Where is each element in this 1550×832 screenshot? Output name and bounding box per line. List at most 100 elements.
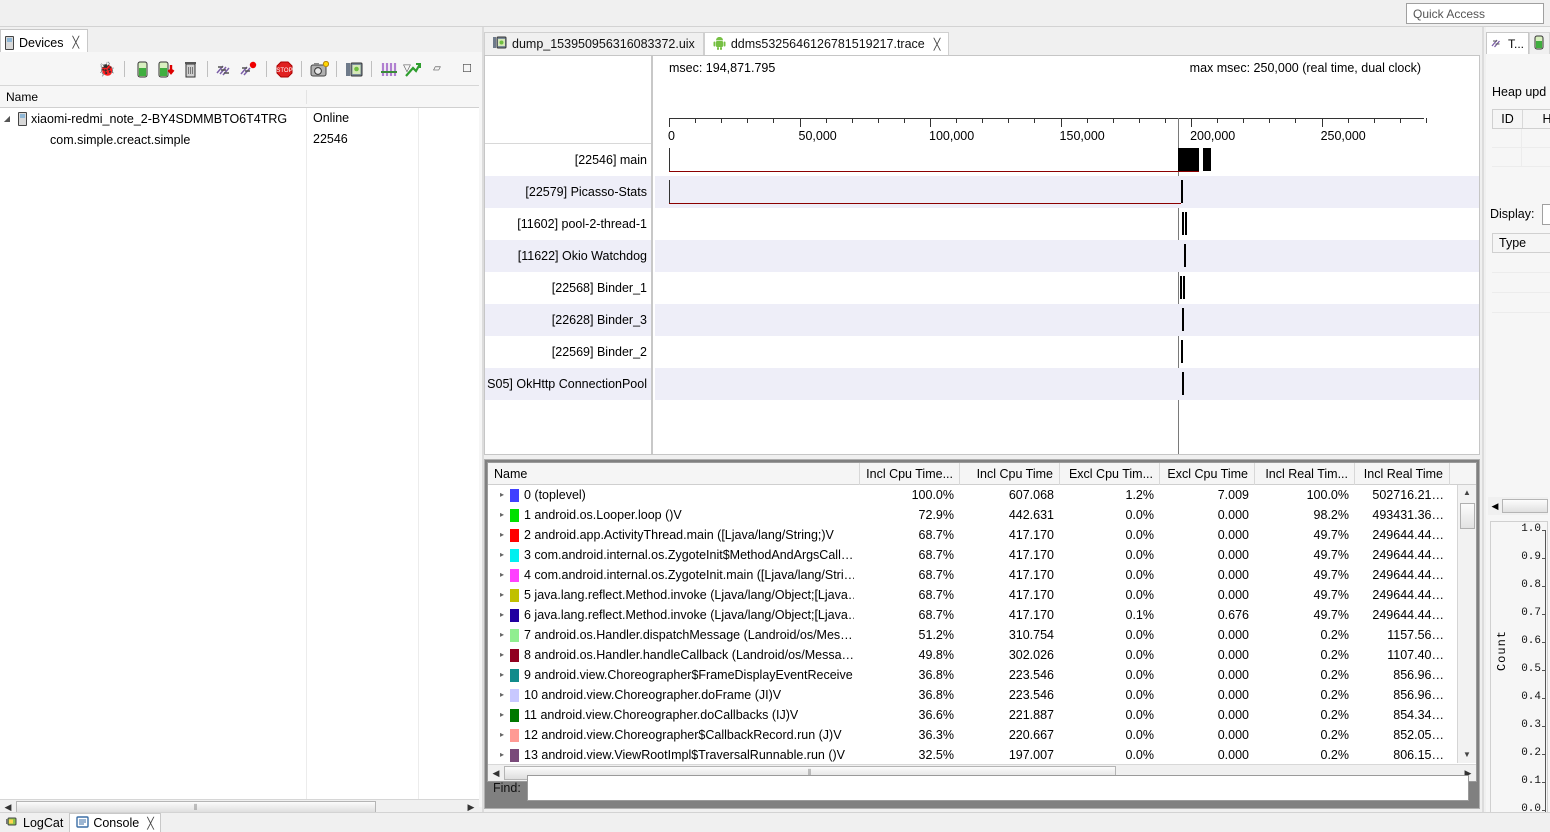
table-row[interactable]: [1492, 129, 1550, 148]
table-row[interactable]: [0, 507, 479, 528]
table-row[interactable]: ▸ 5 java.lang.reflect.Method.invoke (Ljav…: [488, 585, 1456, 605]
expand-twisty-icon[interactable]: ▸: [494, 485, 510, 505]
timeline-block[interactable]: [1183, 276, 1186, 299]
table-row[interactable]: [0, 318, 479, 339]
table-row[interactable]: ▸ 2 android.app.ActivityThread.main ([Lja…: [488, 525, 1456, 545]
column-header-4[interactable]: Excl Cpu Time: [1160, 463, 1255, 485]
stop-process-icon[interactable]: STOP: [273, 58, 295, 80]
timeline-block[interactable]: [1180, 180, 1183, 203]
timeline-block[interactable]: [1183, 244, 1186, 267]
timeline-row[interactable]: [655, 208, 1479, 240]
table-row[interactable]: [0, 549, 479, 570]
timeline-row[interactable]: [655, 336, 1479, 368]
expand-twisty-icon[interactable]: ▸: [494, 625, 510, 645]
timeline-block[interactable]: [1178, 148, 1199, 171]
method-name-cell[interactable]: ▸ 11 android.view.Choreographer.doCallbac…: [488, 705, 860, 725]
thread-label-row[interactable]: [22568] Binder_1: [485, 272, 651, 304]
table-row[interactable]: [1492, 253, 1550, 273]
tab-heap[interactable]: [1529, 32, 1550, 54]
view-menu-icon[interactable]: ▽: [396, 58, 418, 80]
method-name-cell[interactable]: ▸ 5 java.lang.reflect.Method.invoke (Ljav…: [488, 585, 860, 605]
table-row[interactable]: [0, 570, 479, 591]
column-header-2[interactable]: Incl Cpu Time: [960, 463, 1060, 485]
method-name-cell[interactable]: ▸ 3 com.android.internal.os.ZygoteInit$Me…: [488, 545, 860, 565]
column-header-heap[interactable]: H: [1523, 110, 1550, 128]
table-row[interactable]: ▸ 7 android.os.Handler.dispatchMessage (L…: [488, 625, 1456, 645]
timeline-block[interactable]: [1202, 148, 1211, 171]
thread-label-row[interactable]: [22579] Picasso-Stats: [485, 176, 651, 208]
thread-label-row[interactable]: [22546] main: [485, 144, 651, 176]
expand-twisty-icon[interactable]: ◢: [0, 114, 14, 123]
timeline-row[interactable]: [655, 368, 1479, 400]
table-row[interactable]: [0, 465, 479, 486]
profile-vscrollbar[interactable]: ▲ ▼: [1457, 485, 1476, 763]
quick-access-input[interactable]: Quick Access: [1406, 3, 1544, 24]
table-row[interactable]: ▸ 1 android.os.Looper.loop ()V 72.9% 442.63…: [488, 505, 1456, 525]
timeline-block[interactable]: [1184, 212, 1187, 235]
expand-twisty-icon[interactable]: ▸: [494, 705, 510, 725]
thread-label-row[interactable]: [11622] Okio Watchdog: [485, 240, 651, 272]
column-header-id[interactable]: ID: [1493, 110, 1523, 128]
table-row[interactable]: ▸ 10 android.view.Choreographer.doFrame (…: [488, 685, 1456, 705]
scroll-thumb[interactable]: [1460, 503, 1475, 529]
timeline-block[interactable]: [1182, 372, 1185, 395]
method-name-cell[interactable]: ▸ 0 (toplevel): [488, 485, 860, 505]
expand-twisty-icon[interactable]: ▸: [494, 725, 510, 745]
debug-icon[interactable]: 🐞: [96, 58, 118, 80]
method-name-cell[interactable]: ▸ 4 com.android.internal.os.ZygoteInit.ma…: [488, 565, 860, 585]
table-row[interactable]: [0, 381, 479, 402]
expand-twisty-icon[interactable]: ▸: [494, 665, 510, 685]
column-header-0[interactable]: Name: [488, 463, 860, 485]
thread-label-row[interactable]: [22569] Binder_2: [485, 336, 651, 368]
expand-twisty-icon[interactable]: ▸: [494, 645, 510, 665]
timeline-block[interactable]: [1182, 308, 1185, 331]
table-row[interactable]: [0, 234, 479, 255]
screen-capture-icon[interactable]: [308, 58, 330, 80]
display-select[interactable]: [1542, 204, 1550, 225]
column-header-type[interactable]: Type: [1492, 233, 1550, 253]
table-row[interactable]: [0, 297, 479, 318]
table-row[interactable]: [0, 192, 479, 213]
scroll-down-icon[interactable]: ▼: [1458, 747, 1476, 763]
timeline-row[interactable]: [655, 240, 1479, 272]
expand-twisty-icon[interactable]: ▸: [494, 525, 510, 545]
expand-twisty-icon[interactable]: ▸: [494, 505, 510, 525]
close-icon[interactable]: ╳: [72, 36, 79, 49]
timeline-block[interactable]: [1180, 276, 1183, 299]
method-name-cell[interactable]: ▸ 2 android.app.ActivityThread.main ([Lja…: [488, 525, 860, 545]
maximize-icon[interactable]: ☐: [456, 58, 478, 80]
table-row[interactable]: [1492, 273, 1550, 293]
column-header-1[interactable]: Incl Cpu Time...: [860, 463, 960, 485]
right-hscrollbar[interactable]: ◀: [1488, 497, 1548, 515]
minimize-icon[interactable]: ▱: [426, 58, 448, 80]
table-row[interactable]: [0, 759, 479, 780]
timeline-row[interactable]: [655, 176, 1479, 208]
timeline-row[interactable]: [655, 304, 1479, 336]
method-name-cell[interactable]: ▸ 8 android.os.Handler.handleCallback (La…: [488, 645, 860, 665]
tab-threads[interactable]: T...: [1486, 32, 1530, 54]
thread-label-row[interactable]: Ѕ05] OkHttp ConnectionPool: [485, 368, 651, 400]
table-row[interactable]: ▸ 6 java.lang.reflect.Method.invoke (Ljav…: [488, 605, 1456, 625]
table-row[interactable]: ▸ 8 android.os.Handler.handleCallback (La…: [488, 645, 1456, 665]
table-row[interactable]: [1492, 293, 1550, 313]
table-row[interactable]: ▸ 11 android.view.Choreographer.doCallbac…: [488, 705, 1456, 725]
table-row[interactable]: [0, 486, 479, 507]
table-row[interactable]: com.simple.creact.simple 22546: [0, 129, 479, 150]
table-row[interactable]: [0, 528, 479, 549]
gc-icon[interactable]: [179, 58, 201, 80]
table-row[interactable]: [0, 213, 479, 234]
method-name-cell[interactable]: ▸ 9 android.view.Choreographer$FrameDispl…: [488, 665, 860, 685]
tab-console[interactable]: Console ╳: [69, 813, 161, 832]
thread-label-row[interactable]: [11602] pool-2-thread-1: [485, 208, 651, 240]
table-row[interactable]: [0, 444, 479, 465]
method-name-cell[interactable]: ▸ 7 android.os.Handler.dispatchMessage (L…: [488, 625, 860, 645]
table-row[interactable]: [0, 150, 479, 171]
table-row[interactable]: [0, 360, 479, 381]
tab-logcat[interactable]: LogCat: [0, 813, 69, 832]
table-row[interactable]: ◢ xiaomi-redmi_note_2-BY4SDMMBTO6T4TRG O…: [0, 108, 479, 129]
table-row[interactable]: [0, 780, 479, 801]
method-name-cell[interactable]: ▸ 1 android.os.Looper.loop ()V: [488, 505, 860, 525]
table-row[interactable]: [0, 255, 479, 276]
tab-trace[interactable]: ddms5325646126781519217.trace ╳: [703, 32, 950, 55]
thread-label-row[interactable]: [22628] Binder_3: [485, 304, 651, 336]
